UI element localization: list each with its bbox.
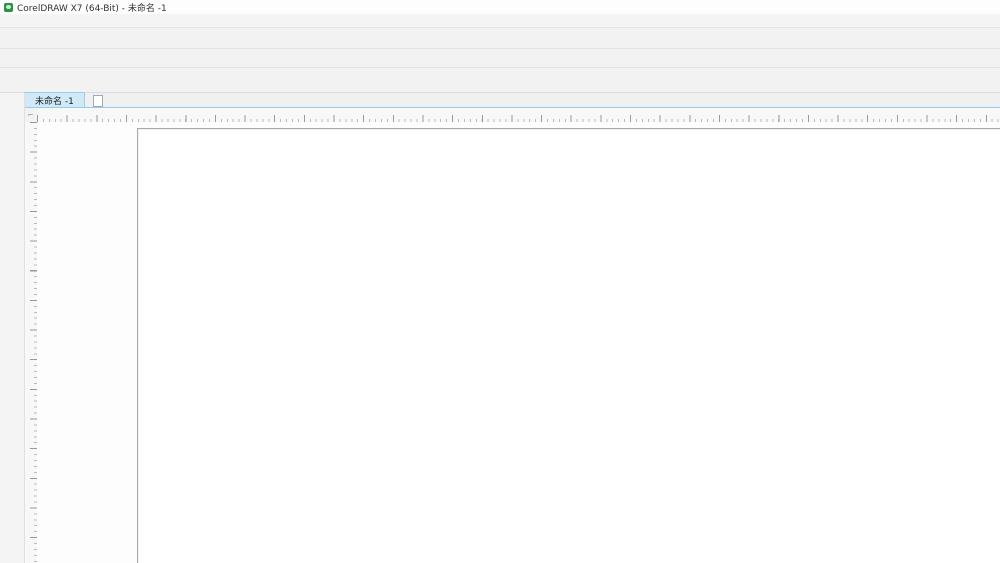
coreldraw-logo-icon xyxy=(4,3,13,12)
document-tab[interactable]: 未命名 -1 xyxy=(24,92,85,107)
horizontal-ruler[interactable] xyxy=(37,108,1000,123)
document-tab-bar: 未命名 -1 xyxy=(24,93,1000,107)
property-bar xyxy=(0,68,1000,93)
window-title: CorelDRAW X7 (64-Bit) - 未命名 -1 xyxy=(17,1,167,14)
vruler-major-ticks xyxy=(30,122,37,563)
canvas-drawing-layer[interactable] xyxy=(37,122,1000,563)
document-tab-label: 未命名 -1 xyxy=(35,94,74,107)
coreldraw-window: CorelDRAW X7 (64-Bit) - 未命名 -1 未命名 -1 ⌐ xyxy=(0,0,1000,563)
macro-toolbar xyxy=(0,49,1000,68)
vertical-ruler[interactable] xyxy=(24,122,38,563)
title-bar: CorelDRAW X7 (64-Bit) - 未命名 -1 xyxy=(0,0,1000,14)
hruler-major-ticks xyxy=(37,115,1000,122)
ruler-origin-button[interactable]: ⌐ xyxy=(24,108,38,123)
menu-bar xyxy=(0,14,1000,28)
standard-toolbar xyxy=(0,28,1000,49)
toolbox xyxy=(0,93,25,563)
tab-page-icon[interactable] xyxy=(93,95,103,107)
